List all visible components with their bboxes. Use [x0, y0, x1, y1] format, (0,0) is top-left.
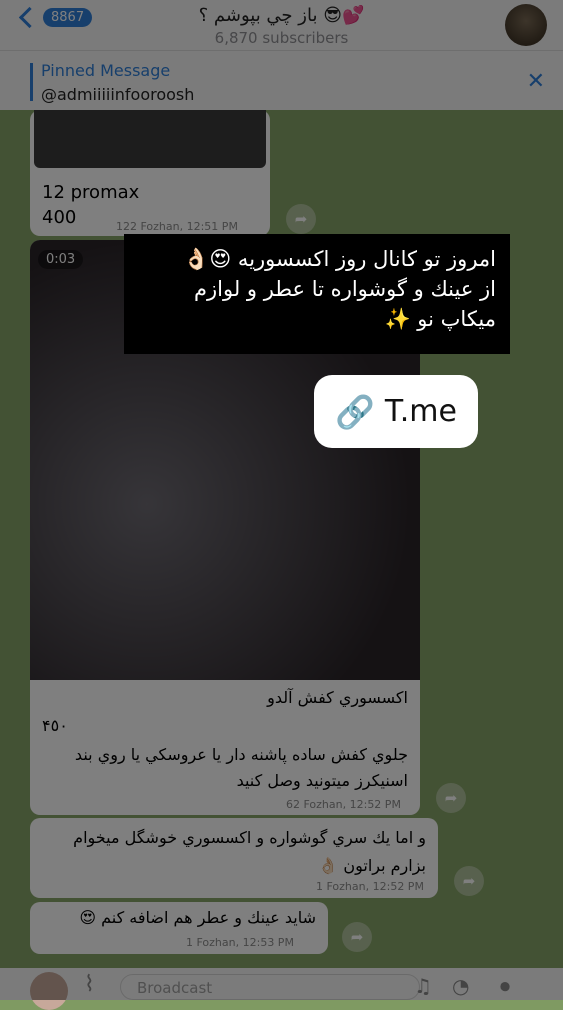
- banner-line: از عينك و گوشواره تا عطر و لوازم: [194, 277, 496, 301]
- link-icon: 🔗: [335, 392, 375, 431]
- link-sticker[interactable]: 🔗 T.me: [314, 375, 478, 448]
- banner-line: امروز تو كانال روز اكسسوريه 😍👌🏻: [183, 247, 496, 271]
- link-label: T.me: [384, 394, 457, 429]
- banner-line: ميكاپ نو ✨: [384, 307, 496, 331]
- story-dim-overlay: [0, 0, 563, 1000]
- story-text-banner: امروز تو كانال روز اكسسوريه 😍👌🏻 از عينك …: [124, 234, 510, 354]
